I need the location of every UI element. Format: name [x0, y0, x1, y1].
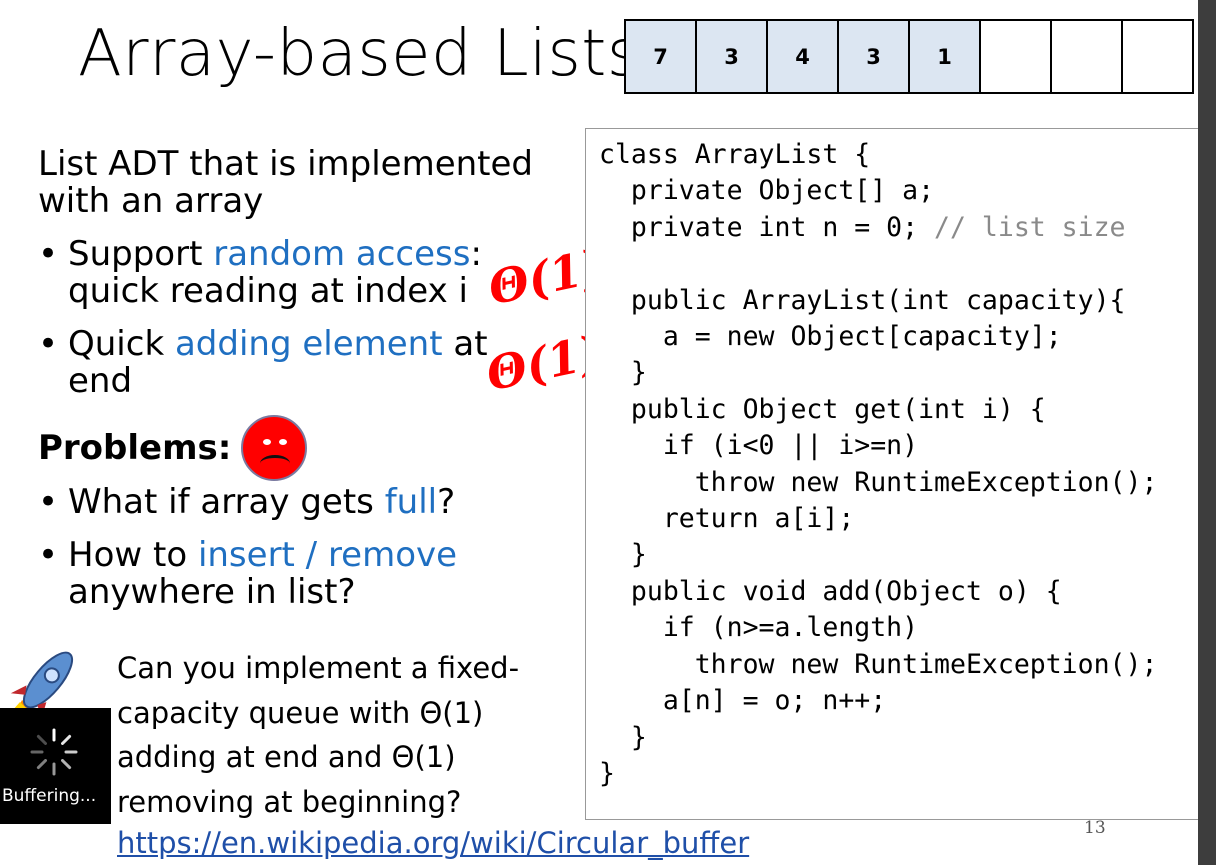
slide-title: Array-based Lists [78, 17, 641, 91]
problems-label: Problems: [38, 428, 232, 468]
sad-face-icon [241, 415, 308, 481]
buffering-overlay: Buffering... [0, 708, 111, 824]
array-cell-empty [979, 19, 1052, 94]
list-adt-heading: List ADT that is implemented with an arr… [38, 144, 534, 221]
bullet-text: Quick [68, 324, 175, 364]
bullet-text: How to [68, 535, 198, 575]
array-cell-empty [1050, 19, 1123, 94]
code-text: class ArrayList { private Object[] a; pr… [599, 139, 1158, 789]
window-edge-bar [1198, 0, 1216, 865]
array-cell-empty [1121, 19, 1194, 94]
highlight-text: random access [213, 234, 471, 274]
bullet-random-access: Support random access: quick reading at … [38, 236, 558, 310]
array-cell: 1 [908, 19, 981, 94]
array-cell: 7 [624, 19, 697, 94]
array-cell: 3 [695, 19, 768, 94]
buffering-spinner-icon [30, 728, 78, 776]
highlight-text: adding element [174, 324, 443, 364]
buffering-label: Buffering... [2, 786, 97, 806]
bullet-text: ? [437, 482, 456, 522]
page-number: 13 [1084, 818, 1106, 838]
circular-buffer-link[interactable]: https://en.wikipedia.org/wiki/Circular_b… [117, 826, 749, 860]
slide-body: List ADT that is implemented with an arr… [38, 146, 558, 611]
bullet-insert-remove: How to insert / remove anywhere in list? [38, 537, 558, 611]
exercise-question: Can you implement a fixed-capacity queue… [117, 651, 520, 819]
array-cell: 3 [837, 19, 910, 94]
problems-heading: Problems: [38, 415, 558, 481]
bullet-adding-element: Quick adding element at end [38, 326, 558, 400]
highlight-text: full [384, 482, 438, 522]
array-cell: 4 [766, 19, 839, 94]
bullet-text: Support [68, 234, 214, 274]
highlight-text: insert / remove [197, 535, 458, 575]
array-diagram: 7 3 4 3 1 [624, 19, 1194, 94]
bullet-text: What if array gets [68, 482, 385, 522]
code-comment: // list size [934, 211, 1126, 243]
bullet-text: anywhere in list? [68, 572, 356, 612]
code-block: class ArrayList { private Object[] a; pr… [585, 128, 1216, 820]
bullet-array-full: What if array gets full? [38, 482, 558, 522]
